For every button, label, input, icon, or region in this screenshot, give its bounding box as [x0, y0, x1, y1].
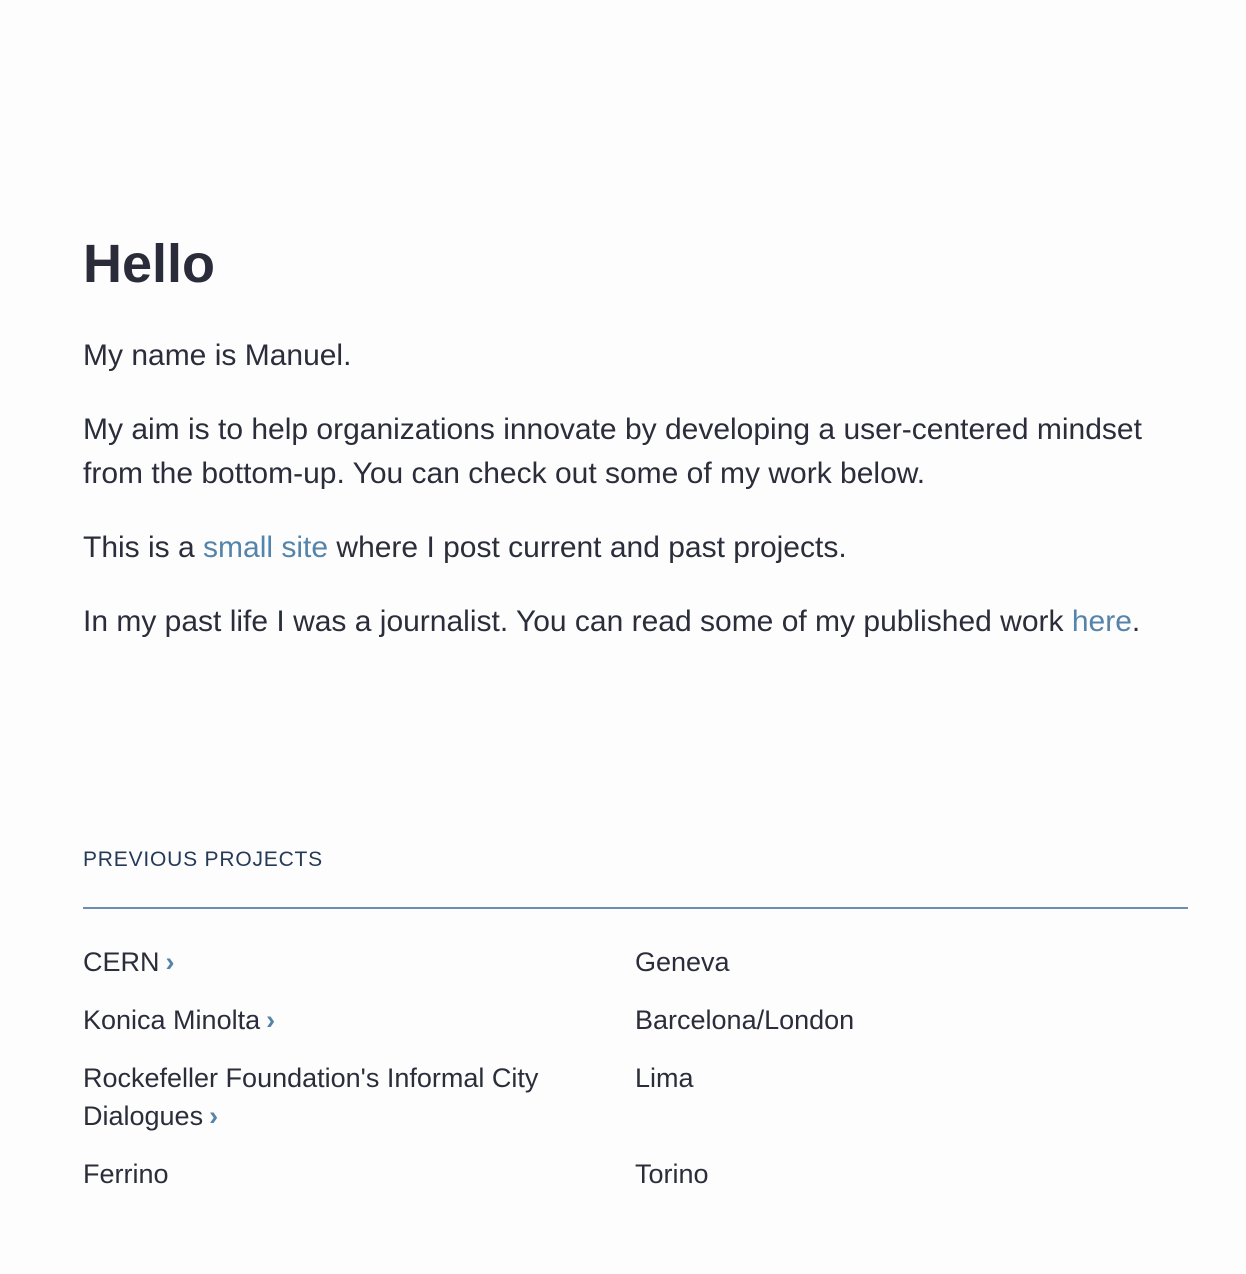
project-city: Lima	[635, 1063, 694, 1093]
chevron-right-icon: ›	[165, 947, 175, 977]
journalist-text-after: .	[1131, 605, 1141, 638]
journalist-text-before: In my past life I was a journalist. You …	[83, 605, 1072, 638]
chevron-right-icon: ›	[266, 1005, 276, 1035]
small-site-link[interactable]: small site	[203, 531, 328, 564]
project-city: Geneva	[635, 947, 730, 977]
projects-divider	[83, 907, 1188, 909]
project-name: Konica Minolta	[83, 1005, 261, 1035]
previous-projects-section: PREVIOUS PROJECTS CERN › Geneva Konica Mi…	[83, 846, 1188, 1213]
published-work-link[interactable]: here	[1072, 605, 1132, 638]
projects-list: CERN › Geneva Konica Minolta › Barcelona/L…	[83, 943, 1188, 1193]
project-link-rockefeller[interactable]: Rockefeller Foundation's Informal City D…	[83, 1063, 538, 1131]
project-city: Torino	[635, 1159, 709, 1189]
project-city: Barcelona/London	[635, 1005, 855, 1035]
project-name: Ferrino	[83, 1159, 169, 1189]
intro-aim-paragraph: My aim is to help organizations innovate…	[83, 413, 1142, 490]
intro-section: Hello My name is Manuel. My aim is to he…	[83, 228, 1188, 644]
intro-name-paragraph: My name is Manuel.	[83, 339, 352, 372]
site-text-after: where I post current and past projects.	[328, 531, 847, 564]
project-row-rockefeller: Rockefeller Foundation's Informal City D…	[83, 1059, 1188, 1135]
project-name: CERN	[83, 947, 160, 977]
site-text-before: This is a	[83, 531, 204, 564]
project-row-ferrino: Ferrino Torino	[83, 1155, 1188, 1193]
page-title: Hello	[83, 234, 216, 294]
intro-journalist-paragraph: In my past life I was a journalist. You …	[83, 600, 1188, 644]
intro-site-paragraph: This is a small site where I post curren…	[83, 526, 1188, 570]
project-link-cern[interactable]: CERN ›	[83, 947, 175, 977]
project-name: Rockefeller Foundation's Informal City D…	[83, 1063, 539, 1131]
project-link-konica-minolta[interactable]: Konica Minolta ›	[83, 1005, 275, 1035]
previous-projects-heading: PREVIOUS PROJECTS	[83, 848, 323, 871]
project-row-cern: CERN › Geneva	[83, 943, 1188, 981]
chevron-right-icon: ›	[209, 1101, 219, 1131]
project-row-konica-minolta: Konica Minolta › Barcelona/London	[83, 1001, 1188, 1039]
page: Hello My name is Manuel. My aim is to he…	[0, 0, 1246, 1274]
